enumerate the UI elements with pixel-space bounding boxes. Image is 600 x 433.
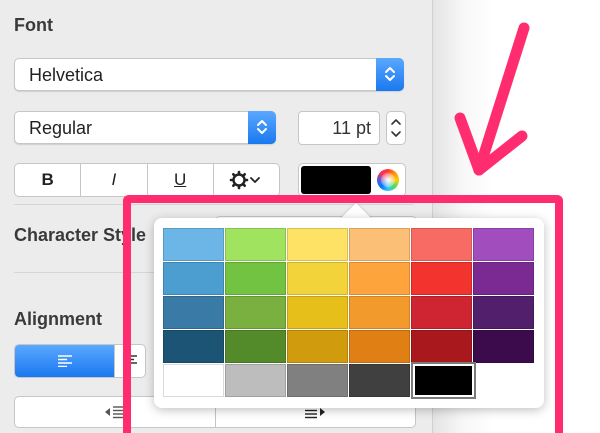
color-swatch[interactable]: [411, 228, 472, 261]
chevron-down-icon: [250, 177, 261, 183]
color-swatch[interactable]: [349, 296, 410, 329]
font-size-value: 11 pt: [332, 118, 371, 138]
text-color-well[interactable]: [298, 163, 406, 197]
color-swatch[interactable]: [349, 262, 410, 295]
color-swatch[interactable]: [287, 330, 348, 363]
color-swatch[interactable]: [473, 262, 534, 295]
color-swatch[interactable]: [225, 228, 286, 261]
up-down-chevron-icon: [391, 119, 401, 137]
color-swatch[interactable]: [163, 296, 224, 329]
typeface-chevron[interactable]: [248, 111, 276, 144]
popover-arrow: [340, 203, 372, 219]
typeface-value: Regular: [29, 118, 93, 138]
font-family-chevron[interactable]: [376, 58, 404, 91]
color-swatch[interactable]: [163, 330, 224, 363]
text-options-button[interactable]: [214, 164, 279, 196]
alignment-heading: Alignment: [14, 309, 102, 329]
color-swatch[interactable]: [349, 364, 410, 397]
color-swatch[interactable]: [349, 330, 410, 363]
color-swatch[interactable]: [411, 362, 476, 399]
color-swatch[interactable]: [225, 330, 286, 363]
underline-button[interactable]: U: [148, 164, 214, 196]
up-down-chevron-icon: [257, 120, 267, 134]
color-wheel-icon[interactable]: [377, 169, 399, 191]
color-swatch[interactable]: [287, 364, 348, 397]
color-palette-popover: [154, 218, 544, 408]
typeface-popup[interactable]: Regular: [14, 111, 276, 144]
color-swatch[interactable]: [163, 364, 224, 397]
annotation-arrow: [454, 22, 530, 176]
color-swatch[interactable]: [287, 296, 348, 329]
color-swatch[interactable]: [473, 228, 534, 261]
color-swatch[interactable]: [225, 364, 286, 397]
color-swatch[interactable]: [473, 296, 534, 329]
font-size-stepper[interactable]: [386, 111, 406, 145]
color-swatch[interactable]: [163, 262, 224, 295]
current-text-color[interactable]: [301, 166, 371, 194]
color-swatch[interactable]: [411, 296, 472, 329]
font-heading: Font: [14, 15, 53, 35]
align-left-icon: [57, 355, 72, 367]
color-swatch[interactable]: [225, 296, 286, 329]
text-style-buttons: B I U: [14, 163, 280, 197]
up-down-chevron-icon: [385, 67, 395, 81]
color-swatch[interactable]: [163, 228, 224, 261]
color-swatch[interactable]: [411, 330, 472, 363]
font-family-value: Helvetica: [29, 65, 104, 85]
gear-icon: [230, 170, 261, 190]
font-size-field[interactable]: 11 pt: [298, 111, 380, 145]
color-swatch[interactable]: [287, 228, 348, 261]
italic-button[interactable]: I: [81, 164, 148, 196]
color-swatch[interactable]: [473, 330, 534, 363]
align-left-button[interactable]: [15, 345, 115, 377]
color-swatch[interactable]: [349, 228, 410, 261]
font-family-popup[interactable]: Helvetica: [14, 58, 404, 91]
color-swatch[interactable]: [411, 262, 472, 295]
color-swatch[interactable]: [287, 262, 348, 295]
bold-button[interactable]: B: [15, 164, 82, 196]
color-swatch[interactable]: [225, 262, 286, 295]
